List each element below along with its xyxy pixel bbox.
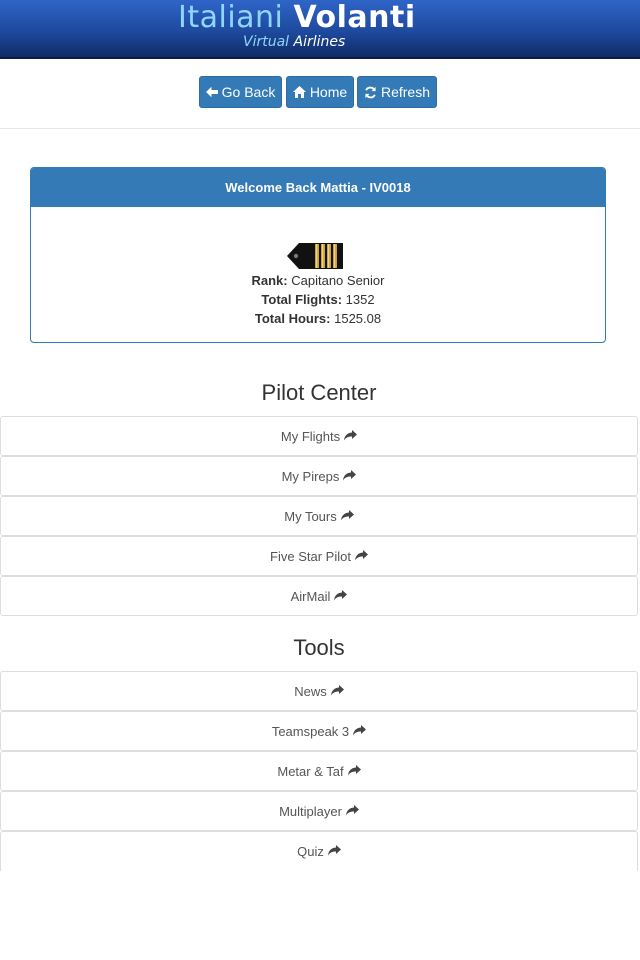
home-label: Home (309, 84, 348, 100)
total-hours-label: Total Hours: (254, 311, 331, 326)
logo-title: Italiani Volanti (178, 0, 438, 35)
tools-title: Tools (293, 635, 345, 660)
total-flights-value: 1352 (345, 292, 375, 307)
rank-value: Capitano Senior (291, 273, 385, 288)
menu-item-label: Multiplayer (279, 803, 342, 819)
menu-item-news[interactable]: News (0, 671, 638, 711)
total-flights-line: Total Flights: 1352 (31, 292, 605, 307)
rank-line: Rank: Capitano Senior (31, 273, 605, 288)
logo-subtitle: Virtual Airlines (243, 34, 345, 50)
total-hours-value: 1525.08 (334, 311, 382, 326)
menu-item-label: Five Star Pilot (270, 548, 351, 564)
total-hours-line: Total Hours: 1525.08 (31, 311, 605, 326)
menu-item-label: My Flights (280, 428, 341, 444)
toolbar: Go Back Home Refresh (0, 57, 640, 129)
site-logo[interactable]: Italiani Volanti Virtual Airlines (0, 0, 640, 57)
share-arrow-icon (334, 589, 348, 604)
home-icon (292, 86, 306, 98)
pilot-center-title: Pilot Center (261, 380, 377, 405)
logo-sub-airlines: Airlines (293, 34, 346, 50)
home-button[interactable]: Home (286, 76, 354, 108)
share-arrow-icon (327, 844, 341, 859)
go-back-button[interactable]: Go Back (199, 76, 282, 108)
menu-item-teamspeak-3[interactable]: Teamspeak 3 (0, 711, 638, 751)
site-header: Italiani Volanti Virtual Airlines (0, 0, 640, 59)
menu-item-label: Teamspeak 3 (271, 723, 350, 739)
logo-word-italiani: Italiani (178, 0, 284, 35)
menu-item-five-star-pilot[interactable]: Five Star Pilot (0, 536, 638, 576)
share-arrow-icon (344, 429, 358, 444)
share-arrow-icon (347, 764, 361, 779)
menu-item-label: My Pireps (281, 468, 340, 484)
arrow-left-icon (205, 86, 218, 98)
menu-item-my-flights[interactable]: My Flights (0, 416, 638, 456)
share-arrow-icon (353, 724, 367, 739)
logo-sub-virtual: Virtual (243, 34, 290, 50)
menu-item-label: Metar & Taf (277, 763, 344, 779)
menu-item-multiplayer[interactable]: Multiplayer (0, 791, 638, 831)
refresh-button[interactable]: Refresh (357, 76, 437, 108)
share-arrow-icon (354, 549, 368, 564)
logo-word-volanti: Volanti (293, 0, 416, 35)
menu-item-label: Quiz (297, 844, 324, 859)
go-back-label: Go Back (221, 84, 276, 100)
menu-item-label: My Tours (284, 508, 337, 524)
menu-item-quiz[interactable]: Quiz (0, 831, 638, 871)
rank-label: Rank: (251, 273, 288, 288)
refresh-label: Refresh (380, 84, 431, 100)
captain-epaulette-icon (287, 241, 345, 276)
welcome-panel: Welcome Back Mattia - IV0018 Rank: Capit… (30, 167, 606, 343)
refresh-icon (364, 86, 377, 99)
share-arrow-icon (340, 509, 354, 524)
menu-item-airmail[interactable]: AirMail (0, 576, 638, 616)
share-arrow-icon (343, 469, 357, 484)
share-arrow-icon (330, 684, 344, 699)
welcome-heading: Welcome Back Mattia - IV0018 (31, 168, 605, 207)
total-flights-label: Total Flights: (261, 292, 343, 307)
share-arrow-icon (345, 804, 359, 819)
menu-item-metar-taf[interactable]: Metar & Taf (0, 751, 638, 791)
menu-item-my-pireps[interactable]: My Pireps (0, 456, 638, 496)
menu-item-label: AirMail (290, 588, 331, 604)
menu-item-label: News (294, 683, 327, 699)
menu-item-my-tours[interactable]: My Tours (0, 496, 638, 536)
